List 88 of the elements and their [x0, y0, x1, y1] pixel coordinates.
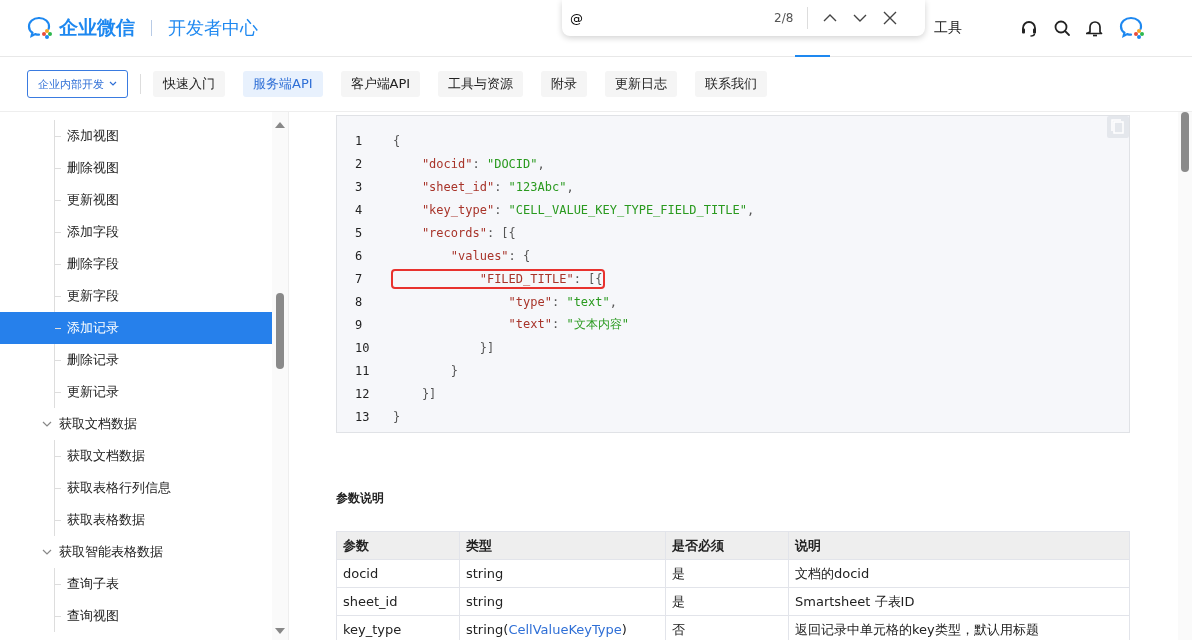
chat-bubble-avatar-icon[interactable]: [1119, 16, 1145, 40]
code-line: "key_type": "CELL_VALUE_KEY_TYPE_FIELD_TITLE",: [420, 201, 755, 218]
chat-bubble-logo-icon: [27, 16, 53, 40]
line-number: 13: [355, 409, 371, 424]
line-number: 3: [355, 179, 364, 194]
sidebar-item[interactable]: 更新记录: [55, 376, 272, 408]
line-number: 11: [355, 363, 371, 378]
sidebar-item[interactable]: 更新视图: [55, 184, 272, 216]
table-cell: key_type: [336, 615, 460, 640]
search-icon[interactable]: [1053, 19, 1071, 37]
table-cell: string: [459, 587, 666, 616]
brand-name: 企业微信: [59, 15, 135, 40]
sidebar-item[interactable]: 获取表格行列信息: [55, 472, 272, 504]
line-number: 4: [355, 202, 364, 217]
code-line: }: [393, 408, 401, 425]
code-line: {: [393, 132, 401, 149]
code-line: "values": {: [449, 247, 531, 264]
column-header: 参数: [336, 531, 460, 560]
code-line: }: [449, 362, 459, 379]
table-cell: sheet_id: [336, 587, 460, 616]
sidebar-item[interactable]: 删除记录: [55, 344, 272, 376]
section-tab[interactable]: 服务端API: [243, 71, 323, 97]
sidebar-item[interactable]: 添加字段: [55, 216, 272, 248]
type-link[interactable]: CellValueKeyType: [508, 622, 622, 637]
sidebar-group[interactable]: 获取文档数据: [0, 408, 272, 440]
sidebar-item[interactable]: 添加视图: [55, 120, 272, 152]
sidebar-item[interactable]: 获取文档数据: [55, 440, 272, 472]
headset-icon[interactable]: [1020, 19, 1038, 37]
column-header: 是否必须: [665, 531, 789, 560]
code-line: "records": [{: [420, 224, 516, 241]
scroll-down-icon[interactable]: [275, 628, 285, 634]
table-cell: 是: [665, 559, 789, 588]
line-number: 10: [355, 340, 371, 355]
match-count: 2/8: [774, 11, 794, 25]
code-line: "text": "文本内容": [507, 316, 629, 333]
table-cell: 文档的docid: [788, 559, 1130, 588]
scrollbar-thumb[interactable]: [1181, 112, 1189, 172]
column-header: 类型: [459, 531, 666, 560]
section-tab[interactable]: 工具与资源: [438, 71, 524, 97]
sidebar-scrollbar[interactable]: [272, 112, 288, 640]
code-line: "type": "text",: [507, 293, 617, 310]
close-icon[interactable]: [882, 10, 899, 26]
sidebar-item[interactable]: 查询子表: [55, 568, 272, 600]
find-input[interactable]: @: [570, 10, 760, 26]
section-tab[interactable]: 附录: [541, 71, 588, 97]
section-tab[interactable]: 联系我们: [695, 71, 768, 97]
nav-link[interactable]: 工具: [934, 19, 962, 37]
chevron-icon: [42, 421, 52, 427]
code-line: "docid": "DOCID",: [420, 155, 545, 172]
section-tab[interactable]: 快速入门: [153, 71, 225, 97]
sidebar-item[interactable]: 添加记录: [0, 312, 272, 344]
sidebar-item[interactable]: 获取表格数据: [55, 504, 272, 536]
code-line: "FILED_TITLE": [{: [393, 270, 603, 287]
site-title[interactable]: 开发者中心: [168, 16, 258, 40]
sidebar-item[interactable]: 删除字段: [55, 248, 272, 280]
sidebar-item[interactable]: 删除视图: [55, 152, 272, 184]
section-heading: 参数说明: [336, 490, 385, 507]
table-cell: string: [459, 559, 666, 588]
type-text: string(: [466, 622, 509, 637]
table-cell: 是: [665, 587, 789, 616]
type-text: ): [621, 622, 627, 637]
code-line: }]: [420, 385, 437, 402]
sidebar-group[interactable]: 获取智能表格数据: [0, 536, 272, 568]
line-number: 5: [355, 225, 364, 240]
line-number: 8: [355, 294, 364, 309]
line-number: 2: [355, 156, 364, 171]
category-dropdown[interactable]: 企业内部开发: [27, 70, 128, 98]
table-cell: docid: [336, 559, 460, 588]
sidebar-item[interactable]: 更新字段: [55, 280, 272, 312]
line-number: 1: [355, 133, 364, 148]
line-number: 7: [355, 271, 364, 286]
scroll-up-icon[interactable]: [275, 122, 285, 128]
line-number: 9: [355, 317, 364, 332]
chevron-icon: [42, 549, 52, 555]
column-header: 说明: [788, 531, 1130, 560]
section-tab[interactable]: 客户端API: [340, 71, 421, 97]
bell-icon[interactable]: [1086, 19, 1104, 37]
caret-icon: [109, 81, 117, 87]
table-cell: Smartsheet 子表ID: [788, 587, 1130, 616]
code-line: }]: [478, 339, 495, 356]
code-line: "sheet_id": "123Abc",: [420, 178, 574, 195]
sidebar-item[interactable]: 查询视图: [55, 600, 272, 632]
active-tab-underline: [795, 55, 830, 57]
section-tab[interactable]: 更新日志: [605, 71, 678, 97]
line-number: 6: [355, 248, 364, 263]
page-scrollbar[interactable]: [1178, 112, 1192, 640]
line-number: 12: [355, 386, 371, 401]
scrollbar-thumb[interactable]: [276, 293, 284, 369]
